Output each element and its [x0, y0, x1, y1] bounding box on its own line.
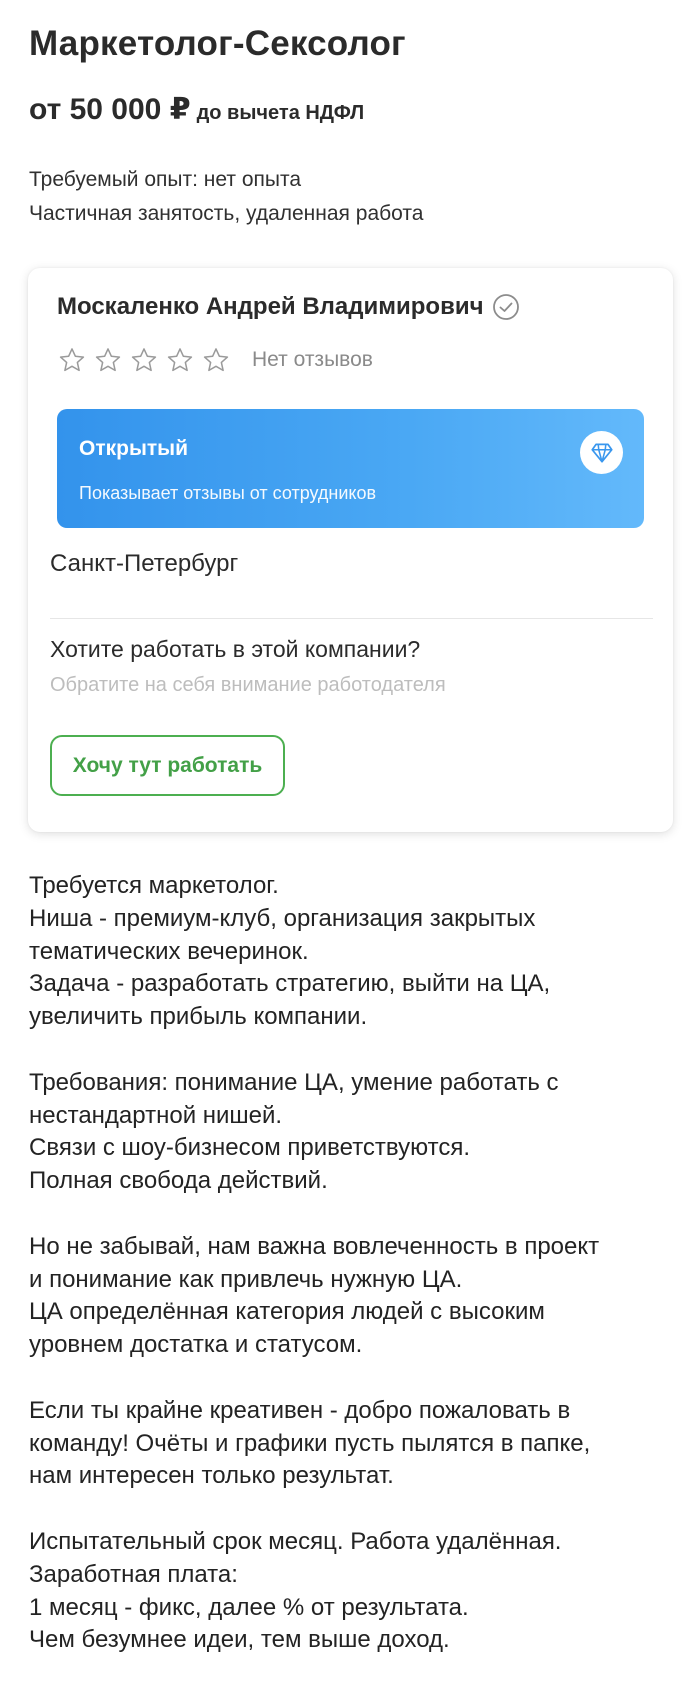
open-badge-title: Открытый [79, 437, 189, 460]
star-icon [130, 346, 158, 374]
description-line: Связи с шоу-бизнесом приветствуются. [29, 1134, 470, 1162]
company-city: Санкт-Петербург [50, 550, 239, 577]
vacancy-description: Требуется маркетолог. Ниша - премиум-клуб… [29, 870, 679, 1657]
check-circle-icon [492, 293, 520, 321]
cta-title: Хотите работать в этой компании? [50, 636, 421, 662]
description-blank-line [29, 1198, 679, 1231]
salary: от 50 000 ₽ до вычета НДФЛ [29, 92, 364, 127]
description-line: Испытательный срок месяц. Работа удалённ… [29, 1527, 562, 1555]
open-company-banner[interactable]: Открытый Показывает отзывы от сотруднико… [57, 409, 644, 528]
company-header[interactable]: Москаленко Андрей Владимирович [57, 293, 520, 321]
vacancy-title: Маркетолог-Сексолог [29, 24, 406, 63]
description-blank-line [29, 1034, 679, 1067]
description-line: ЦА определённая категория людей с высоки… [29, 1298, 545, 1326]
salary-tax-note: до вычета НДФЛ [196, 102, 365, 124]
description-line: 1 месяц - фикс, далее % от результата. [29, 1593, 469, 1621]
description-line: тематических вечеринок. [29, 937, 309, 965]
description-line: нестандартной нишей. [29, 1101, 283, 1129]
description-line: Но не забывай, нам важна вовлеченность в… [29, 1232, 600, 1260]
description-line: увеличить прибыль компании. [29, 1003, 368, 1031]
open-badge-description: Показывает отзывы от сотрудников [79, 483, 377, 503]
want-to-work-here-button[interactable]: Хочу тут работать [50, 735, 285, 796]
description-line: Ниша - премиум-клуб, организация закрыты… [29, 904, 536, 932]
description-line: Задача - разработать стратегию, выйти на… [29, 970, 551, 998]
reviews-count-text: Нет отзывов [252, 348, 373, 371]
salary-amount: от 50 000 ₽ [29, 93, 191, 126]
description-line: нам интересен только результат. [29, 1462, 394, 1490]
cta-subtitle: Обратите на себя внимание работодателя [50, 674, 446, 696]
company-card: Москаленко Андрей Владимирович Нет отзыв… [28, 268, 673, 832]
company-name[interactable]: Москаленко Андрей Владимирович [57, 293, 484, 321]
rating-row[interactable]: Нет отзывов [58, 346, 373, 374]
description-blank-line [29, 1493, 679, 1526]
star-icon [202, 346, 230, 374]
description-line: уровнем достатка и статусом. [29, 1331, 363, 1359]
description-line: Если ты крайне креативен - добро пожалов… [29, 1396, 571, 1424]
star-icon [58, 346, 86, 374]
star-icon [166, 346, 194, 374]
description-blank-line [29, 1362, 679, 1395]
gem-icon [580, 431, 623, 474]
description-line: Полная свобода действий. [29, 1167, 328, 1195]
description-line: Требования: понимание ЦА, умение работат… [29, 1068, 559, 1096]
description-line: и понимание как привлечь нужную ЦА. [29, 1265, 463, 1293]
employment-text: Частичная занятость, удаленная работа [29, 202, 424, 225]
divider [50, 618, 653, 619]
description-line: Чем безумнее идеи, тем выше доход. [29, 1626, 450, 1654]
experience-text: Требуемый опыт: нет опыта [29, 168, 302, 191]
description-line: команду! Очёты и графики пусть пылятся в… [29, 1429, 591, 1457]
description-line: Заработная плата: [29, 1560, 238, 1588]
description-line: Требуется маркетолог. [29, 872, 279, 899]
star-icon [94, 346, 122, 374]
